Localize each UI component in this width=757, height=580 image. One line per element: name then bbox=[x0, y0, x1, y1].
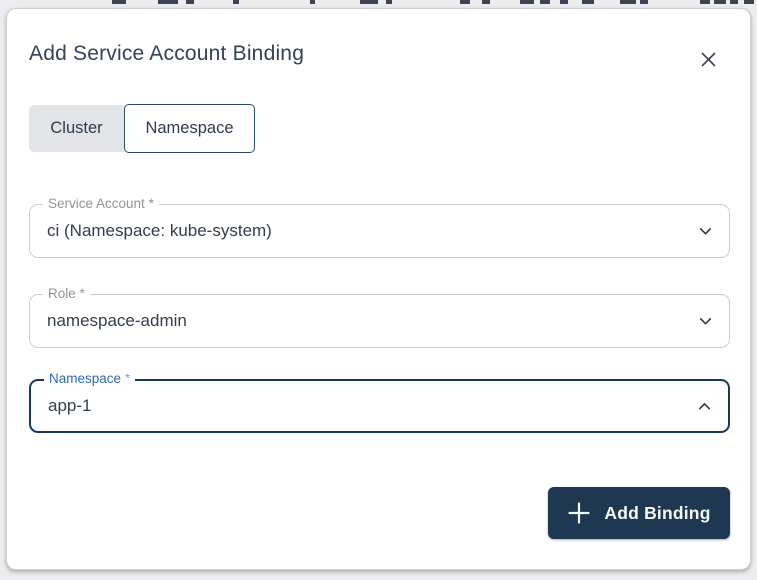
chevron-down-icon bbox=[697, 313, 714, 330]
namespace-select[interactable]: Namespace * app-1 bbox=[29, 371, 730, 433]
close-button[interactable] bbox=[695, 46, 721, 72]
dialog-title: Add Service Account Binding bbox=[29, 42, 305, 65]
namespace-value: app-1 bbox=[48, 396, 92, 415]
role-select[interactable]: Role * namespace-admin bbox=[29, 286, 730, 348]
tab-cluster[interactable]: Cluster bbox=[29, 105, 124, 152]
close-icon bbox=[700, 51, 716, 67]
role-label: Role * bbox=[43, 286, 90, 301]
page-background: Add Service Account Binding Cluster Name… bbox=[0, 0, 757, 580]
role-value: namespace-admin bbox=[47, 311, 187, 330]
tab-namespace-label: Namespace bbox=[145, 119, 234, 137]
service-account-value: ci (Namespace: kube-system) bbox=[47, 221, 272, 240]
backdrop-fragments bbox=[0, 0, 757, 8]
chevron-up-icon bbox=[696, 398, 713, 415]
namespace-label: Namespace * bbox=[44, 371, 136, 386]
plus-icon bbox=[567, 501, 591, 525]
chevron-down-icon bbox=[697, 223, 714, 240]
add-binding-button[interactable]: Add Binding bbox=[548, 487, 730, 539]
tab-namespace[interactable]: Namespace bbox=[124, 104, 255, 153]
tab-cluster-label: Cluster bbox=[50, 119, 103, 137]
service-account-label: Service Account * bbox=[43, 196, 159, 211]
add-binding-label: Add Binding bbox=[604, 502, 711, 523]
service-account-select[interactable]: Service Account * ci (Namespace: kube-sy… bbox=[29, 196, 730, 258]
add-service-account-binding-dialog: Add Service Account Binding Cluster Name… bbox=[6, 8, 751, 570]
scope-tab-group: Cluster Namespace bbox=[29, 104, 255, 153]
